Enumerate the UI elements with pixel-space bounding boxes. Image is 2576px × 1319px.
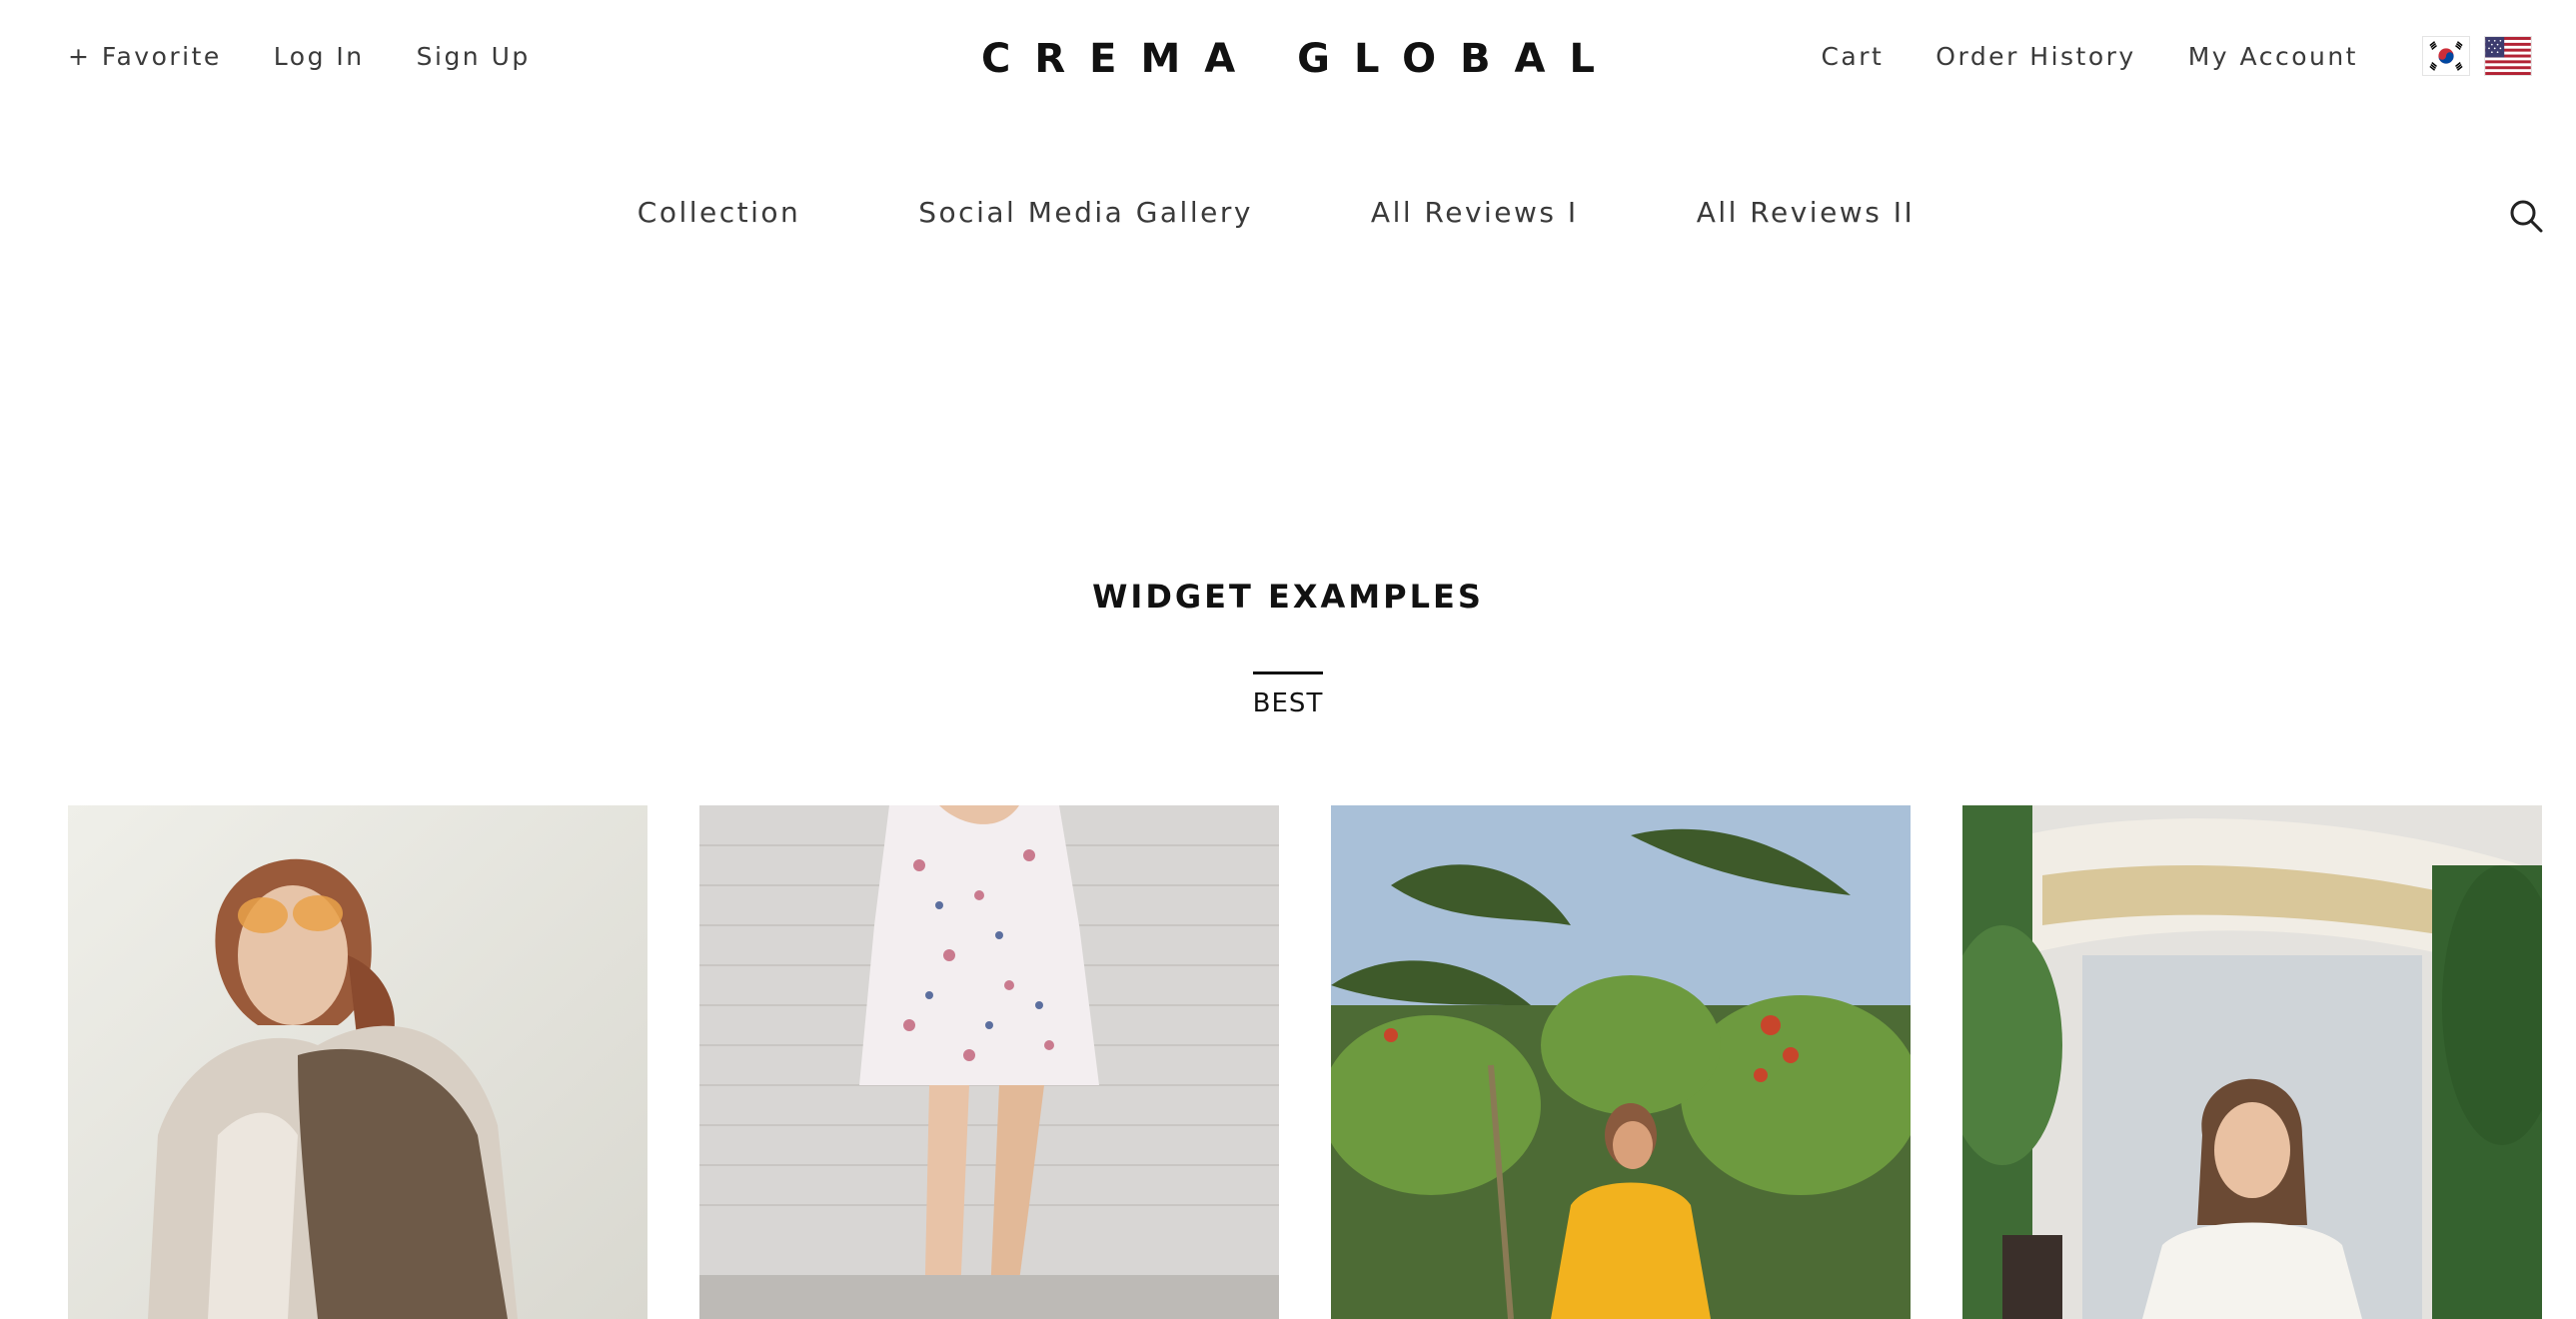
top-bar: + Favorite Log In Sign Up CREMA GLOBAL C… (0, 0, 2576, 120)
section-title: WIDGET EXAMPLES (1092, 578, 1484, 616)
tab-bar: BEST (0, 671, 2576, 718)
utility-links-right: Cart Order History My Account (1769, 42, 2358, 71)
photo-woman-sunglasses[interactable] (68, 805, 647, 1319)
nav-collection[interactable]: Collection (638, 196, 801, 229)
language-flags (2408, 36, 2532, 76)
photo-yellow-dress-palms[interactable] (1331, 805, 1911, 1319)
search-icon[interactable] (2508, 198, 2544, 234)
order-history-link[interactable]: Order History (1935, 42, 2135, 71)
nav-social-media-gallery[interactable]: Social Media Gallery (918, 196, 1253, 229)
main-nav: Collection Social Media Gallery All Revi… (0, 196, 2576, 229)
nav-all-reviews-2[interactable]: All Reviews II (1697, 196, 1916, 229)
korea-flag-icon[interactable] (2422, 36, 2470, 76)
nav-all-reviews-1[interactable]: All Reviews I (1371, 196, 1579, 229)
cart-link[interactable]: Cart (1821, 42, 1884, 71)
usa-flag-icon[interactable] (2484, 36, 2532, 76)
tab-best[interactable]: BEST (1252, 671, 1324, 718)
my-account-link[interactable]: My Account (2188, 42, 2358, 71)
photo-woman-street[interactable] (1962, 805, 2542, 1319)
photo-floral-dress[interactable] (699, 805, 1279, 1319)
photo-grid (68, 805, 2542, 1319)
